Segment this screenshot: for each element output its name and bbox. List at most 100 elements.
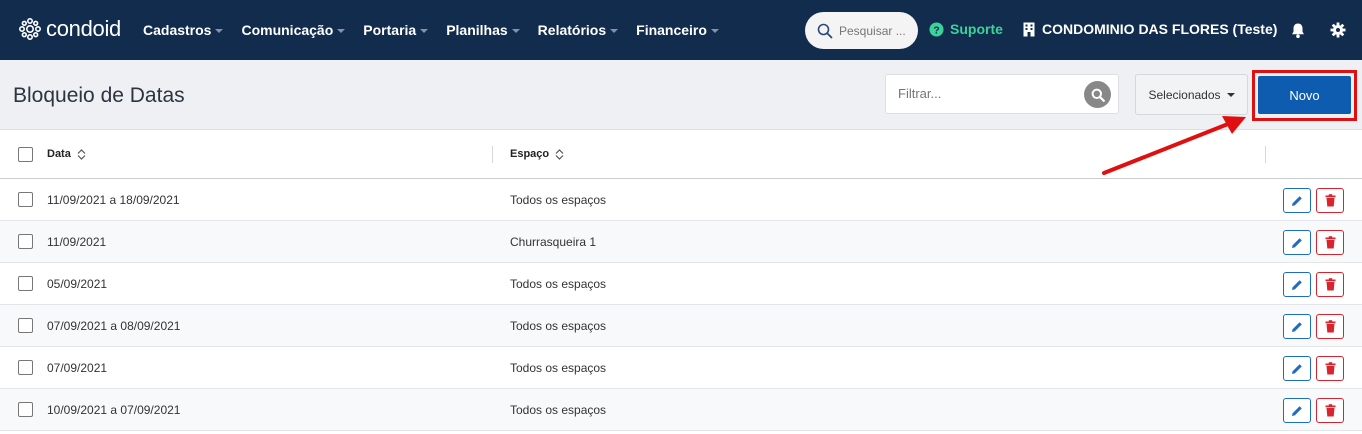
nav-cadastros[interactable]: Cadastros	[143, 22, 224, 38]
chevron-down-icon	[710, 29, 719, 33]
new-button[interactable]: Novo	[1258, 76, 1351, 114]
nav-label: Financeiro	[636, 22, 707, 38]
nav-label: Relatórios	[537, 22, 607, 38]
cell-espaco: Todos os espaços	[510, 361, 607, 375]
delete-button[interactable]	[1316, 188, 1344, 213]
filter-input[interactable]	[898, 86, 1078, 101]
chevron-down-icon	[337, 29, 346, 33]
pencil-icon	[1292, 237, 1302, 248]
column-divider	[492, 146, 493, 163]
search-icon	[1091, 88, 1105, 102]
cell-data: 05/09/2021	[47, 277, 108, 291]
row-checkbox[interactable]	[18, 318, 33, 333]
nav-portaria[interactable]: Portaria	[363, 22, 429, 38]
trash-icon	[1325, 194, 1335, 207]
global-search-input[interactable]	[839, 23, 911, 38]
filter-box	[885, 74, 1119, 114]
nav-label: Planilhas	[446, 22, 508, 38]
delete-button[interactable]	[1316, 272, 1344, 297]
svg-text:?: ?	[933, 25, 939, 36]
chevron-down-icon	[511, 29, 520, 33]
column-label: Espaço	[510, 148, 550, 160]
cell-data: 07/09/2021	[47, 361, 108, 375]
support-link[interactable]: ? Suporte	[929, 21, 1003, 37]
condo-name: CONDOMINIO DAS FLORES (Teste)	[1042, 21, 1278, 37]
row-checkbox[interactable]	[18, 192, 33, 207]
global-search[interactable]	[805, 12, 918, 49]
selected-actions-label: Selecionados	[1148, 87, 1221, 102]
column-divider	[1265, 146, 1266, 163]
table-row: 05/09/2021 Todos os espaços	[0, 263, 1362, 305]
edit-button[interactable]	[1283, 314, 1311, 339]
edit-button[interactable]	[1283, 398, 1311, 423]
table-row: 11/09/2021 Churrasqueira 1	[0, 221, 1362, 263]
row-checkbox[interactable]	[18, 360, 33, 375]
building-icon	[1023, 22, 1035, 36]
support-label: Suporte	[950, 21, 1003, 37]
nav-label: Cadastros	[143, 22, 212, 38]
sort-icon	[77, 148, 86, 160]
column-header-data[interactable]: Data	[47, 148, 86, 160]
chevron-down-icon	[610, 29, 619, 33]
table-row: 07/09/2021 a 08/09/2021 Todos os espaços	[0, 305, 1362, 347]
selected-actions-dropdown[interactable]: Selecionados	[1135, 74, 1248, 115]
chevron-down-icon	[420, 29, 429, 33]
trash-icon	[1325, 278, 1335, 291]
condoid-logo-icon	[18, 17, 41, 40]
nav-relatorios[interactable]: Relatórios	[537, 22, 619, 38]
trash-icon	[1325, 404, 1335, 417]
delete-button[interactable]	[1316, 398, 1344, 423]
top-navbar: condoid Cadastros Comunicação Portaria P…	[0, 0, 1362, 60]
nav-label: Portaria	[363, 22, 417, 38]
bell-icon	[1292, 23, 1304, 38]
edit-button[interactable]	[1283, 356, 1311, 381]
table-row: 10/09/2021 a 07/09/2021 Todos os espaços	[0, 389, 1362, 431]
cell-espaco: Todos os espaços	[510, 319, 607, 333]
cell-espaco: Todos os espaços	[510, 277, 607, 291]
brand-logo[interactable]: condoid	[18, 16, 121, 42]
row-checkbox[interactable]	[18, 234, 33, 249]
condo-selector[interactable]: CONDOMINIO DAS FLORES (Teste)	[1023, 21, 1277, 37]
search-icon	[817, 23, 833, 38]
page-header: Bloqueio de Datas Selecionados Novo	[0, 60, 1362, 130]
edit-button[interactable]	[1283, 272, 1311, 297]
column-header-espaco[interactable]: Espaço	[510, 148, 564, 160]
filter-search-button[interactable]	[1084, 81, 1111, 108]
blocked-dates-table: Data Espaço 11/09/2021 a 18/09/2021 Todo…	[0, 130, 1362, 431]
row-checkbox[interactable]	[18, 276, 33, 291]
pencil-icon	[1292, 363, 1302, 374]
caret-down-icon	[1226, 92, 1235, 97]
edit-button[interactable]	[1283, 230, 1311, 255]
table-row: 07/09/2021 Todos os espaços	[0, 347, 1362, 389]
cell-data: 10/09/2021 a 07/09/2021	[47, 403, 181, 417]
pencil-icon	[1292, 195, 1302, 206]
cell-data: 11/09/2021	[47, 235, 107, 249]
delete-button[interactable]	[1316, 356, 1344, 381]
notifications-button[interactable]	[1290, 22, 1306, 44]
delete-button[interactable]	[1316, 314, 1344, 339]
nav-planilhas[interactable]: Planilhas	[446, 22, 520, 38]
select-all-checkbox[interactable]	[18, 147, 33, 162]
edit-button[interactable]	[1283, 188, 1311, 213]
chevron-down-icon	[215, 29, 224, 33]
pencil-icon	[1292, 279, 1302, 290]
cell-espaco: Churrasqueira 1	[510, 235, 597, 249]
nav-comunicacao[interactable]: Comunicação	[241, 22, 346, 38]
trash-icon	[1325, 320, 1335, 333]
cell-espaco: Todos os espaços	[510, 403, 607, 417]
main-nav: Cadastros Comunicação Portaria Planilhas…	[143, 0, 737, 60]
nav-financeiro[interactable]: Financeiro	[636, 22, 719, 38]
table-header: Data Espaço	[0, 130, 1362, 179]
nav-label: Comunicação	[241, 22, 334, 38]
brand-name: condoid	[46, 16, 121, 41]
delete-button[interactable]	[1316, 230, 1344, 255]
cell-data: 07/09/2021 a 08/09/2021	[47, 319, 181, 333]
row-checkbox[interactable]	[18, 402, 33, 417]
trash-icon	[1325, 362, 1335, 375]
settings-button[interactable]	[1330, 22, 1346, 43]
gear-icon	[1330, 22, 1346, 38]
trash-icon	[1325, 236, 1335, 249]
cell-espaco: Todos os espaços	[510, 193, 607, 207]
help-circle-icon: ?	[929, 21, 944, 37]
pencil-icon	[1292, 405, 1302, 416]
